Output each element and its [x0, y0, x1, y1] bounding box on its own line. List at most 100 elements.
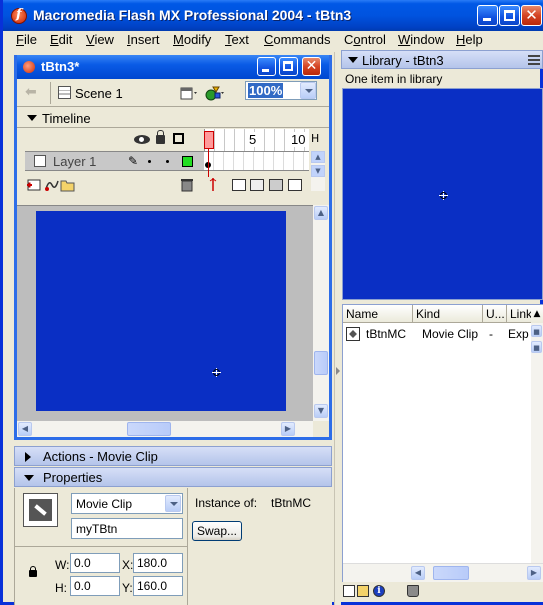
splitter-arrow-icon[interactable] [336, 367, 340, 375]
x-field[interactable]: 180.0 [133, 553, 183, 573]
swap-button[interactable]: Swap... [192, 521, 242, 541]
column-use-count[interactable]: U... [483, 305, 507, 323]
column-kind[interactable]: Kind [413, 305, 483, 323]
scroll-down-icon[interactable]: ▼ [314, 404, 328, 418]
menu-help[interactable]: Help [456, 32, 483, 47]
playhead-head[interactable] [204, 131, 214, 149]
registration-point-icon[interactable] [212, 368, 221, 377]
scroll-right-icon[interactable]: ▶ [281, 422, 295, 436]
constrain-lock-icon[interactable] [29, 566, 37, 577]
layer-name: Layer 1 [53, 154, 97, 169]
y-field[interactable]: 160.0 [133, 576, 183, 596]
back-arrow-icon[interactable]: ⬅ [25, 85, 41, 99]
collapse-triangle-icon[interactable] [27, 115, 37, 121]
center-frame-icon[interactable] [208, 177, 218, 192]
info-icon[interactable]: i [373, 585, 385, 597]
timeline-header[interactable]: Timeline [17, 108, 329, 128]
new-symbol-icon[interactable] [343, 585, 355, 597]
menu-insert[interactable]: Insert [127, 32, 160, 47]
collapse-triangle-icon[interactable] [24, 475, 34, 481]
properties-panel-header[interactable]: Properties [14, 467, 332, 487]
zoom-dropdown[interactable]: 100% [245, 81, 317, 100]
library-panel-header[interactable]: Library - tBtn3 [341, 50, 543, 69]
document-title-bar[interactable]: tBtn3* ✕ [17, 55, 329, 79]
maximize-button[interactable] [499, 5, 520, 26]
scroll-up-icon[interactable]: ▲ [314, 206, 328, 220]
eye-icon[interactable] [134, 135, 150, 144]
insert-layer-icon[interactable] [26, 177, 42, 192]
collapse-triangle-icon[interactable] [348, 57, 358, 63]
library-item-linkage: Exp [508, 327, 529, 341]
scroll-up-icon[interactable]: ▲ [311, 151, 325, 163]
minimize-button[interactable] [477, 5, 498, 26]
menu-modify[interactable]: Modify [173, 32, 211, 47]
close-button[interactable]: ✕ [521, 5, 542, 26]
symbol-behavior-dropdown[interactable]: Movie Clip [71, 493, 183, 514]
edit-multiple-frames-icon[interactable] [269, 179, 283, 191]
menu-bar: File Edit View Insert Modify Text Comman… [6, 31, 543, 50]
scene-label[interactable]: Scene 1 [75, 86, 123, 101]
document-close-button[interactable]: ✕ [302, 57, 321, 76]
menu-view[interactable]: View [86, 32, 114, 47]
vertical-scroll-thumb[interactable] [314, 351, 328, 375]
onion-skin-outlines-icon[interactable] [250, 179, 264, 191]
menu-edit[interactable]: Edit [50, 32, 72, 47]
playhead[interactable] [204, 129, 214, 177]
actions-panel-header[interactable]: Actions - Movie Clip [14, 446, 332, 466]
menu-control[interactable]: Control [344, 32, 386, 47]
scroll-left-icon[interactable]: ◀ [18, 422, 32, 436]
layer-folder-icon[interactable] [60, 177, 76, 192]
frame-ruler[interactable]: 1 5 10 [204, 129, 309, 151]
column-name[interactable]: Name [343, 305, 413, 323]
outline-color-swatch[interactable] [182, 156, 193, 167]
library-row[interactable]: tBtnMC Movie Clip - Exp [343, 325, 531, 345]
title-bar[interactable]: Macromedia Flash MX Professional 2004 - … [3, 0, 543, 31]
menu-text[interactable]: Text [225, 32, 249, 47]
scroll-up-icon[interactable]: ■ [531, 325, 542, 337]
layer-frames[interactable] [204, 151, 309, 171]
horizontal-scroll-thumb[interactable] [433, 566, 469, 580]
document-minimize-button[interactable] [257, 57, 276, 76]
flash-app-icon[interactable] [11, 7, 27, 24]
instance-name-input[interactable]: myTBtn [71, 518, 183, 539]
library-options-icon[interactable] [528, 55, 540, 65]
scroll-down-icon[interactable]: ■ [531, 341, 542, 353]
chevron-down-icon[interactable] [300, 82, 316, 99]
motion-guide-icon[interactable] [44, 177, 60, 192]
stage[interactable] [36, 211, 286, 411]
lock-icon[interactable] [156, 130, 165, 144]
edit-scene-icon[interactable] [180, 84, 198, 101]
menu-commands[interactable]: Commands [264, 32, 330, 47]
lock-dot[interactable] [166, 160, 169, 163]
height-field[interactable]: 0.0 [70, 576, 120, 596]
x-value: 180.0 [137, 556, 168, 570]
stage-horizontal-scrollbar[interactable]: ◀ ▶ [17, 421, 313, 437]
stage-area[interactable] [17, 205, 313, 421]
expand-triangle-icon[interactable] [25, 452, 31, 462]
trash-icon[interactable] [407, 585, 419, 597]
library-vertical-scrollbar[interactable]: ■ ■ [531, 323, 543, 563]
new-folder-icon[interactable] [357, 585, 369, 597]
library-horizontal-scrollbar[interactable]: ◀ ▶ [343, 563, 543, 582]
layer-row[interactable]: Layer 1 ✎ [25, 151, 204, 171]
horizontal-scroll-thumb[interactable] [127, 422, 171, 436]
outline-icon[interactable] [173, 133, 184, 144]
column-linkage[interactable]: Link [507, 305, 531, 323]
library-list: Name Kind U... Link ▲ tBtnMC Movie Clip … [342, 304, 543, 582]
document-maximize-button[interactable] [279, 57, 298, 76]
stage-vertical-scrollbar[interactable]: ▲ ▼ [313, 205, 329, 421]
width-field[interactable]: 0.0 [70, 553, 120, 573]
menu-file[interactable]: File [16, 32, 37, 47]
visibility-dot[interactable] [148, 160, 151, 163]
panel-splitter[interactable] [334, 52, 341, 605]
scroll-left-icon[interactable]: ◀ [411, 566, 425, 580]
chevron-down-icon[interactable] [165, 495, 181, 512]
edit-symbol-icon[interactable] [205, 84, 225, 101]
onion-skin-icon[interactable] [232, 179, 246, 191]
sort-order-icon[interactable]: ▲ [531, 305, 543, 323]
timeline-options-icon[interactable]: H [311, 132, 325, 146]
trash-icon[interactable] [180, 177, 194, 192]
modify-onion-markers-icon[interactable] [288, 179, 302, 191]
scroll-right-icon[interactable]: ▶ [527, 566, 541, 580]
menu-window[interactable]: Window [398, 32, 444, 47]
